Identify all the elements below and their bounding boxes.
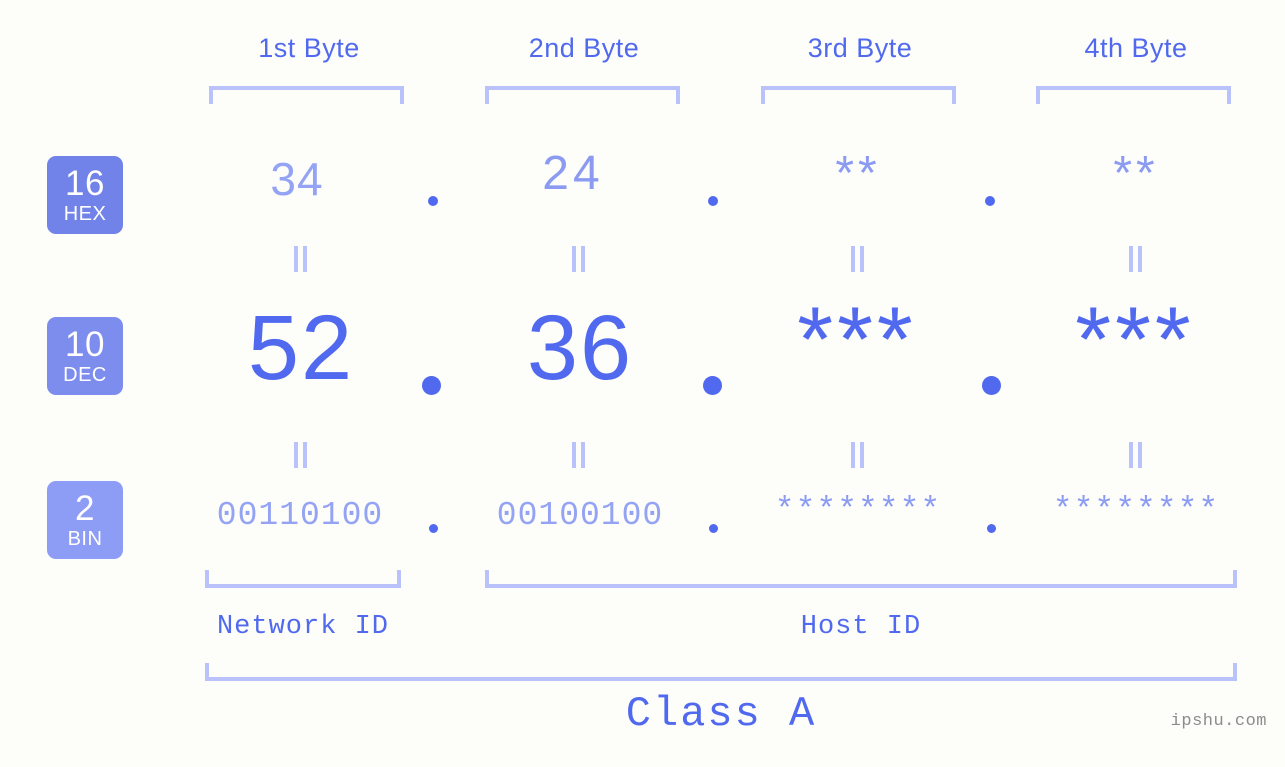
dec-separator-dot-3 [982,376,1001,395]
base-badge-hex-number: 16 [65,164,105,203]
network-id-label: Network ID [216,612,390,642]
byte-header-3: 3rd Byte [807,33,913,63]
equality-connector-hex-dec-3 [850,246,866,272]
equality-connector-dec-bin-1 [293,442,309,468]
base-badge-dec: 10 DEC [47,317,123,395]
byte-bracket-2 [485,86,680,104]
dec-byte-4: *** [1075,289,1195,391]
dec-separator-dot-1 [422,376,441,395]
bin-byte-3: ******** [774,492,942,529]
hex-byte-2: 24 [542,147,604,200]
equality-connector-hex-dec-4 [1128,246,1144,272]
hex-separator-dot-3 [985,196,995,206]
equality-connector-dec-bin-4 [1128,442,1144,468]
bin-separator-dot-3 [987,524,996,533]
class-bracket [205,663,1237,681]
equality-connector-hex-dec-1 [293,246,309,272]
byte-header-4: 4th Byte [1084,33,1188,63]
hex-byte-3: ** [835,147,881,200]
dec-byte-2: 36 [526,297,634,399]
hex-byte-4: ** [1113,147,1159,200]
base-badge-dec-name: DEC [63,364,107,386]
bin-byte-4: ******** [1052,492,1220,529]
byte-header-2: 2nd Byte [528,33,640,63]
base-badge-hex-name: HEX [63,203,107,225]
base-badge-bin: 2 BIN [47,481,123,559]
dec-byte-1: 52 [247,297,355,399]
bin-separator-dot-2 [709,524,718,533]
base-badge-dec-number: 10 [65,325,105,364]
byte-bracket-3 [761,86,956,104]
site-watermark: ipshu.com [1170,712,1267,731]
ip-address-breakdown-diagram: 1st Byte 2nd Byte 3rd Byte 4th Byte 16 H… [0,0,1285,767]
bin-byte-2: 00100100 [496,497,664,534]
class-label: Class A [625,690,817,738]
byte-bracket-4 [1036,86,1231,104]
base-badge-bin-name: BIN [67,528,103,550]
base-badge-hex: 16 HEX [47,156,123,234]
network-id-bracket [205,570,401,588]
host-id-bracket [485,570,1237,588]
byte-bracket-1 [209,86,404,104]
bin-separator-dot-1 [429,524,438,533]
equality-connector-hex-dec-2 [571,246,587,272]
hex-byte-1: 34 [270,153,324,205]
equality-connector-dec-bin-3 [850,442,866,468]
base-badge-bin-number: 2 [75,489,95,528]
hex-separator-dot-1 [428,196,438,206]
byte-header-1: 1st Byte [258,33,360,63]
bin-byte-1: 00110100 [216,497,384,534]
dec-separator-dot-2 [703,376,722,395]
host-id-label: Host ID [800,612,922,642]
dec-byte-3: *** [797,289,917,391]
hex-separator-dot-2 [708,196,718,206]
equality-connector-dec-bin-2 [571,442,587,468]
